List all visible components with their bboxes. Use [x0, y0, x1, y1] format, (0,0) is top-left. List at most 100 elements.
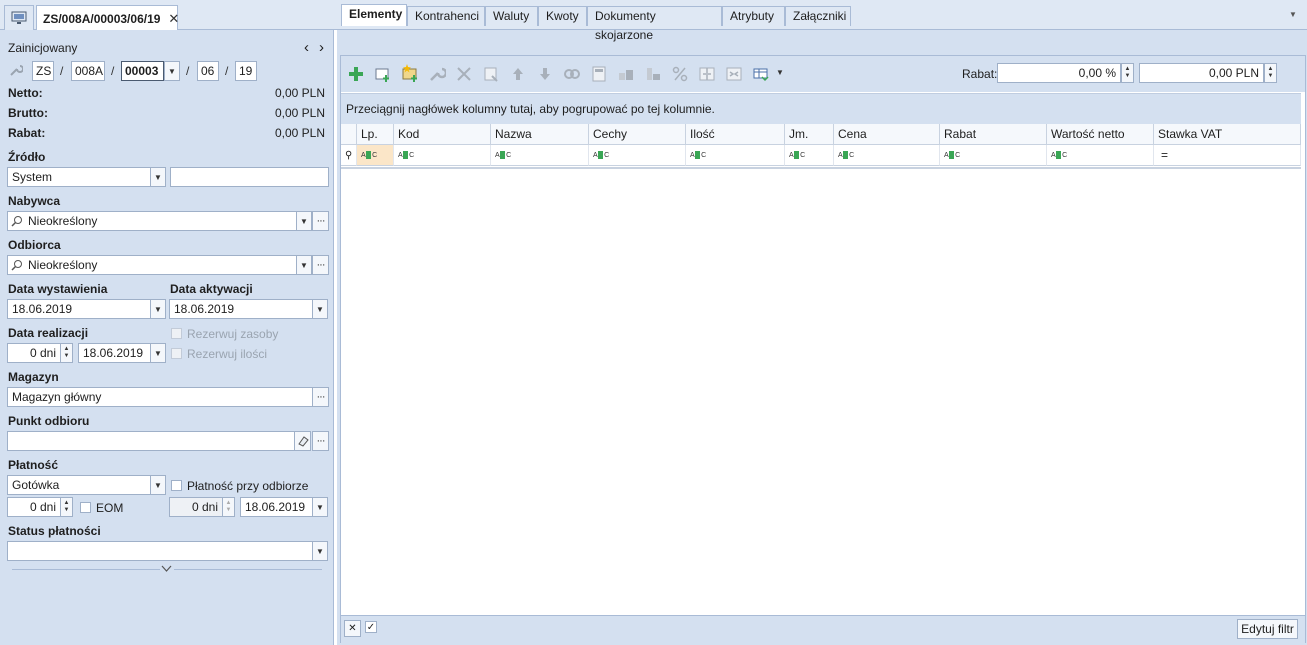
clear-filter-button[interactable]: ✕: [344, 620, 361, 637]
filter-cell[interactable]: AC: [785, 145, 834, 166]
grid-options-icon[interactable]: [752, 65, 770, 83]
chevron-down-icon[interactable]: ▼: [150, 299, 166, 319]
platnosc-przy-odbiorze-checkbox[interactable]: [171, 480, 182, 491]
number-symbol-field[interactable]: 008A: [71, 61, 105, 81]
filter-cell[interactable]: =: [1154, 145, 1301, 166]
filter-cell[interactable]: AC: [394, 145, 491, 166]
filter-cell[interactable]: AC: [834, 145, 940, 166]
nabywca-field[interactable]: Nieokreślony: [7, 211, 297, 231]
status-platnosci-select[interactable]: [7, 541, 313, 561]
chevron-down-icon[interactable]: [161, 565, 172, 573]
tab-menu-icon[interactable]: ▼: [1289, 10, 1297, 19]
tab-kwoty[interactable]: Kwoty: [538, 6, 587, 26]
spinner-icon[interactable]: ▲ ▼: [1264, 63, 1277, 83]
split-columns-icon: [699, 67, 715, 81]
data-realizacji-field[interactable]: 18.06.2019: [78, 343, 151, 363]
platnosc-date-field[interactable]: 18.06.2019: [240, 497, 313, 517]
zrodlo-select[interactable]: System: [7, 167, 151, 187]
column-header[interactable]: Cena: [834, 124, 940, 145]
tab-elementy[interactable]: Elementy: [341, 4, 407, 26]
column-header[interactable]: Cechy: [589, 124, 686, 145]
wrench-icon: [430, 67, 446, 81]
platnosc-select[interactable]: Gotówka: [7, 475, 151, 495]
rezerwuj-ilosci-checkbox[interactable]: [171, 348, 182, 359]
platnosc-days[interactable]: 0 dni: [7, 497, 61, 517]
nabywca-ellipsis-button[interactable]: ···: [312, 211, 329, 231]
filter-cell[interactable]: AC: [589, 145, 686, 166]
filter-cell[interactable]: AC: [357, 145, 394, 166]
odbiorca-ellipsis-button[interactable]: ···: [312, 255, 329, 275]
rabat-percent-field[interactable]: 0,00 %: [997, 63, 1121, 83]
punkt-odbioru-field[interactable]: [7, 431, 295, 451]
column-header[interactable]: Stawka VAT: [1154, 124, 1301, 145]
filter-cell[interactable]: AC: [1047, 145, 1154, 166]
number-separator: /: [186, 64, 190, 78]
status-label: Zainicjowany: [8, 41, 78, 55]
column-header[interactable]: Jm.: [785, 124, 834, 145]
number-counter-field[interactable]: 00003: [121, 61, 164, 81]
chevron-down-icon[interactable]: ▼: [312, 541, 328, 561]
chevron-down-icon[interactable]: ▼: [150, 343, 166, 363]
add-from-list-icon[interactable]: [374, 65, 392, 83]
desktop-tab[interactable]: [4, 5, 34, 30]
rezerwuj-zasoby-checkbox[interactable]: [171, 328, 182, 339]
chevron-down-icon[interactable]: ▼: [150, 475, 166, 495]
rabat-value: 0,00 PLN: [274, 126, 325, 140]
wrench-icon[interactable]: [9, 63, 23, 77]
tab-atrybuty[interactable]: Atrybuty: [722, 6, 785, 26]
eraser-icon[interactable]: [294, 431, 311, 451]
spinner-icon[interactable]: ▲ ▼: [60, 497, 73, 517]
document-tab-title: ZS/008A/00003/06/19: [43, 11, 161, 26]
text-filter-icon: AC: [789, 151, 805, 159]
next-icon[interactable]: ›: [319, 39, 324, 56]
filter-enabled-checkbox[interactable]: ✓: [365, 621, 377, 633]
add-folder-icon[interactable]: [401, 63, 419, 83]
tab-waluty[interactable]: Waluty: [485, 6, 538, 26]
data-realizacji-days[interactable]: 0 dni: [7, 343, 61, 363]
chevron-down-icon[interactable]: ▼: [776, 68, 784, 77]
data-wystawienia-field[interactable]: 18.06.2019: [7, 299, 151, 319]
data-aktywacji-field[interactable]: 18.06.2019: [169, 299, 313, 319]
rabat-amount-field[interactable]: 0,00 PLN: [1139, 63, 1264, 83]
brutto-label: Brutto:: [8, 106, 48, 120]
filter-cell[interactable]: AC: [491, 145, 589, 166]
punkt-odbioru-ellipsis-button[interactable]: ···: [312, 431, 329, 451]
spinner-icon[interactable]: ▲ ▼: [1121, 63, 1134, 83]
chevron-down-icon[interactable]: ▼: [164, 61, 180, 81]
add-icon[interactable]: [347, 65, 365, 83]
prev-icon[interactable]: ‹: [304, 39, 309, 56]
chevron-down-icon[interactable]: ▼: [312, 299, 328, 319]
chevron-down-icon[interactable]: ▼: [296, 255, 312, 275]
equals-filter-icon: =: [1161, 148, 1169, 162]
magazyn-field[interactable]: Magazyn główny: [7, 387, 313, 407]
chevron-down-icon[interactable]: ▼: [296, 211, 312, 231]
number-month-field[interactable]: 06: [197, 61, 219, 81]
column-header[interactable]: Rabat: [940, 124, 1047, 145]
divider: [12, 569, 160, 570]
chevron-down-icon[interactable]: ▼: [312, 497, 328, 517]
column-header[interactable]: Ilość: [686, 124, 785, 145]
edit-filter-button[interactable]: Edytuj filtr: [1237, 619, 1298, 639]
tab-kontrahenci[interactable]: Kontrahenci: [407, 6, 485, 26]
spinner-icon[interactable]: ▲ ▼: [60, 343, 73, 363]
close-icon[interactable]: ✕: [168, 11, 179, 27]
tab-załączniki[interactable]: Załączniki: [785, 6, 851, 26]
group-by-hint[interactable]: Przeciągnij nagłówek kolumny tutaj, aby …: [341, 93, 1301, 124]
magazyn-ellipsis-button[interactable]: ···: [312, 387, 329, 407]
arrow-down-icon: [540, 68, 550, 80]
column-header[interactable]: Lp.: [357, 124, 394, 145]
number-year-field[interactable]: 19: [235, 61, 257, 81]
search-icon: [11, 216, 22, 227]
filter-cell[interactable]: AC: [686, 145, 785, 166]
chevron-down-icon[interactable]: ▼: [150, 167, 166, 187]
column-header[interactable]: Nazwa: [491, 124, 589, 145]
number-series-field[interactable]: ZS: [32, 61, 54, 81]
document-tab[interactable]: ZS/008A/00003/06/19 ✕: [36, 5, 179, 31]
odbiorca-field[interactable]: Nieokreślony: [7, 255, 297, 275]
column-header[interactable]: Wartość netto: [1047, 124, 1154, 145]
tab-dokumenty-skojarzone[interactable]: Dokumenty skojarzone: [587, 6, 722, 42]
zrodlo-extra-field[interactable]: [170, 167, 329, 187]
eom-checkbox[interactable]: [80, 502, 91, 513]
column-header[interactable]: Kod: [394, 124, 491, 145]
filter-cell[interactable]: AC: [940, 145, 1047, 166]
